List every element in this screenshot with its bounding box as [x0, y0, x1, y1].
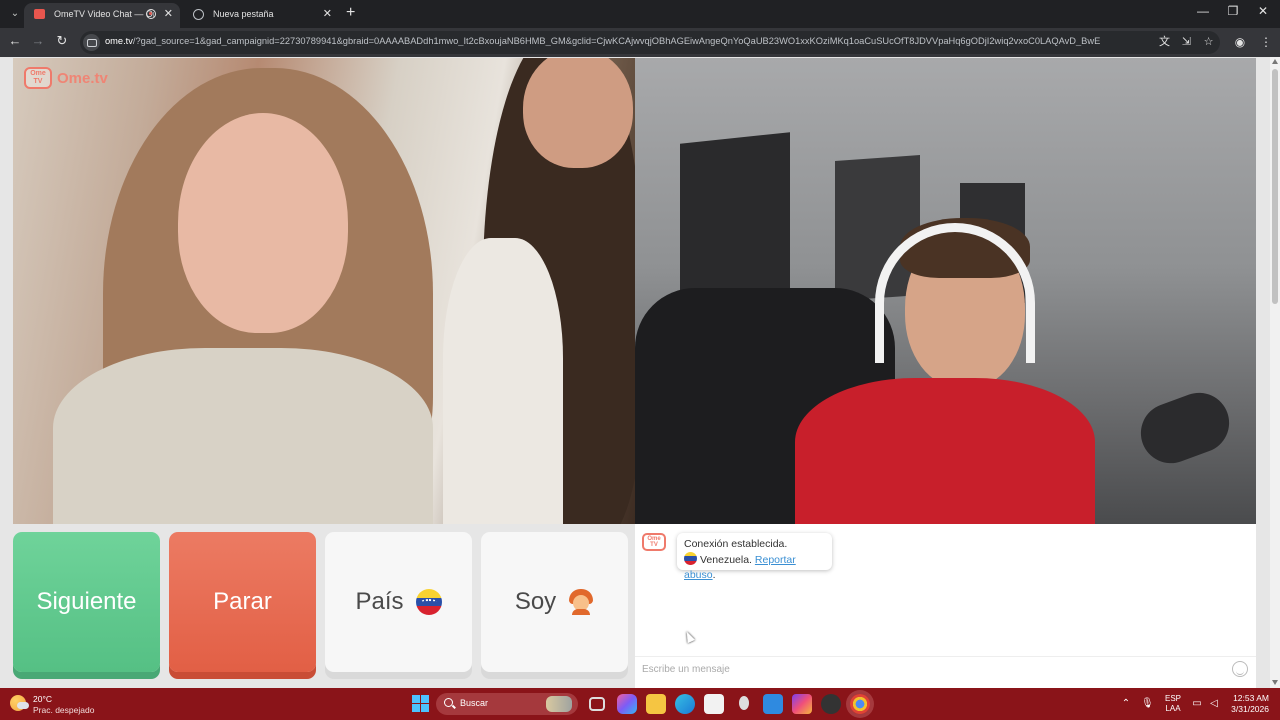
windows-taskbar: 20°C Prac. despejado Buscar ⌃ 🎙 ESP LAA … [0, 688, 1280, 720]
star-icon[interactable]: ☆ [1201, 35, 1216, 50]
url-text[interactable]: ome.tv/?gad_source=1&gad_campaignid=2273… [105, 36, 1155, 46]
scroll-up-icon[interactable] [1272, 59, 1278, 64]
windows-start-icon[interactable] [411, 694, 431, 714]
tab-title: OmeTV Video Chat — Ome [54, 9, 154, 19]
system-message: Conexión establecida. Venezuela. Reporta… [677, 533, 832, 581]
clock[interactable]: 12:53 AM 3/31/2026 [1227, 693, 1269, 715]
reload-icon[interactable]: ↻ [52, 33, 72, 49]
report-suffix: . [712, 569, 716, 581]
stop-button-label: Parar [213, 588, 272, 615]
volume-icon[interactable]: ◁ [1208, 698, 1220, 710]
tab-title: Nueva pestaña [213, 9, 274, 19]
alien-app-icon[interactable] [734, 694, 754, 714]
remote-person-1-face [178, 113, 348, 333]
tab-search-icon[interactable]: ⌄ [6, 5, 24, 23]
ometv-favicon-icon [34, 9, 45, 19]
temperature: 20°C [33, 694, 52, 704]
logo-badge: Ome TV [24, 67, 52, 89]
file-explorer-icon[interactable] [646, 694, 666, 714]
country-button-label: País [355, 588, 404, 615]
boy-avatar-icon [568, 589, 594, 615]
remote-person-2-face [523, 58, 633, 168]
scroll-down-icon[interactable] [1272, 680, 1278, 685]
edge-icon[interactable] [675, 694, 695, 714]
cloud-icon [17, 702, 29, 709]
keyboard-layout: LAA [1165, 704, 1181, 713]
close-window-icon[interactable]: ✕ [1246, 4, 1280, 18]
tab-strip: ⌄ OmeTV Video Chat — Ome ✕ Nueva pestaña… [0, 0, 1280, 28]
browser-toolbar: ← → ↻ ome.tv/?gad_source=1&gad_campaigni… [0, 28, 1280, 57]
microphone-icon[interactable]: 🎙 [1141, 698, 1154, 710]
ometv-logo[interactable]: Ome TV Ome.tv [24, 66, 108, 90]
venezuela-flag-icon [415, 589, 442, 615]
scroll-thumb[interactable] [1272, 69, 1278, 304]
new-tab-icon[interactable]: + [346, 4, 355, 22]
url-host: ome.tv [105, 36, 133, 46]
task-view-icon[interactable] [589, 697, 605, 711]
url-path: /?gad_source=1&gad_campaignid=2273078994… [132, 36, 1101, 46]
message-input[interactable] [642, 661, 1222, 677]
language-indicator[interactable]: ESP LAA [1162, 694, 1184, 714]
partner-country: Venezuela. [700, 554, 752, 566]
mail-icon[interactable] [763, 694, 783, 714]
obs-icon[interactable] [821, 694, 841, 714]
search-label: Buscar [460, 698, 489, 708]
remote-person-1-shirt [53, 348, 433, 524]
menu-icon[interactable]: ⋮ [1258, 34, 1274, 50]
back-icon[interactable]: ← [5, 33, 25, 48]
minimize-icon[interactable]: — [1186, 4, 1220, 18]
remote-person-2-shirt [443, 238, 563, 524]
country-filter-button[interactable]: País [325, 532, 472, 672]
message-input-bar [635, 656, 1256, 680]
weather-condition: Prac. despejado [33, 705, 95, 715]
show-hidden-icons-icon[interactable]: ⌃ [1120, 698, 1132, 710]
emoji-icon[interactable] [1232, 661, 1248, 677]
display-icon[interactable]: ▭ [1191, 698, 1203, 710]
local-person-shirt [795, 378, 1095, 524]
time: 12:53 AM [1233, 693, 1269, 703]
taskbar-search[interactable]: Buscar [436, 693, 578, 715]
date: 3/31/2026 [1231, 704, 1269, 714]
next-button-label: Siguiente [36, 588, 137, 615]
microphone [1132, 384, 1238, 472]
copilot-icon[interactable] [617, 694, 637, 714]
partner-country-line: Venezuela. Reportar abuso. [684, 552, 825, 583]
page-scrollbar[interactable] [1270, 57, 1280, 688]
chat-ometv-icon: Ome TV [642, 533, 666, 551]
next-button[interactable]: Siguiente [13, 532, 160, 672]
restore-icon[interactable]: ❐ [1216, 4, 1250, 18]
chrome-icon[interactable] [850, 694, 870, 714]
close-tab-icon[interactable]: ✕ [164, 3, 173, 25]
install-icon[interactable]: ⇲ [1179, 35, 1194, 50]
gender-button-label: Soy [514, 588, 557, 615]
language-code: ESP [1164, 694, 1181, 703]
weather-widget[interactable]: 20°C Prac. despejado [10, 692, 120, 716]
remote-video [13, 58, 635, 524]
address-bar[interactable]: ome.tv/?gad_source=1&gad_campaignid=2273… [80, 31, 1220, 54]
office-icon[interactable] [792, 694, 812, 714]
close-tab-icon[interactable]: ✕ [323, 3, 332, 25]
gender-filter-button[interactable]: Soy [481, 532, 628, 672]
logo-text: Ome.tv [57, 69, 108, 87]
stop-button[interactable]: Parar [169, 532, 316, 672]
forward-icon[interactable]: → [28, 33, 48, 48]
search-highlight-image [546, 696, 572, 712]
connection-status: Conexión establecida. [684, 538, 788, 550]
profile-icon[interactable]: ◉ [1232, 34, 1248, 50]
search-icon [444, 698, 453, 707]
store-icon[interactable] [704, 694, 724, 714]
chrome-favicon-icon [193, 9, 204, 20]
recording-indicator-icon[interactable] [146, 9, 156, 19]
site-info-icon[interactable] [83, 34, 100, 51]
local-video [635, 58, 1256, 524]
tab-ometv[interactable]: OmeTV Video Chat — Ome ✕ [24, 3, 180, 28]
venezuela-flag-icon [684, 552, 697, 565]
tab-new-tab[interactable]: Nueva pestaña ✕ [183, 3, 339, 28]
wall-poster [680, 132, 790, 304]
translate-icon[interactable]: 文 [1157, 35, 1172, 50]
